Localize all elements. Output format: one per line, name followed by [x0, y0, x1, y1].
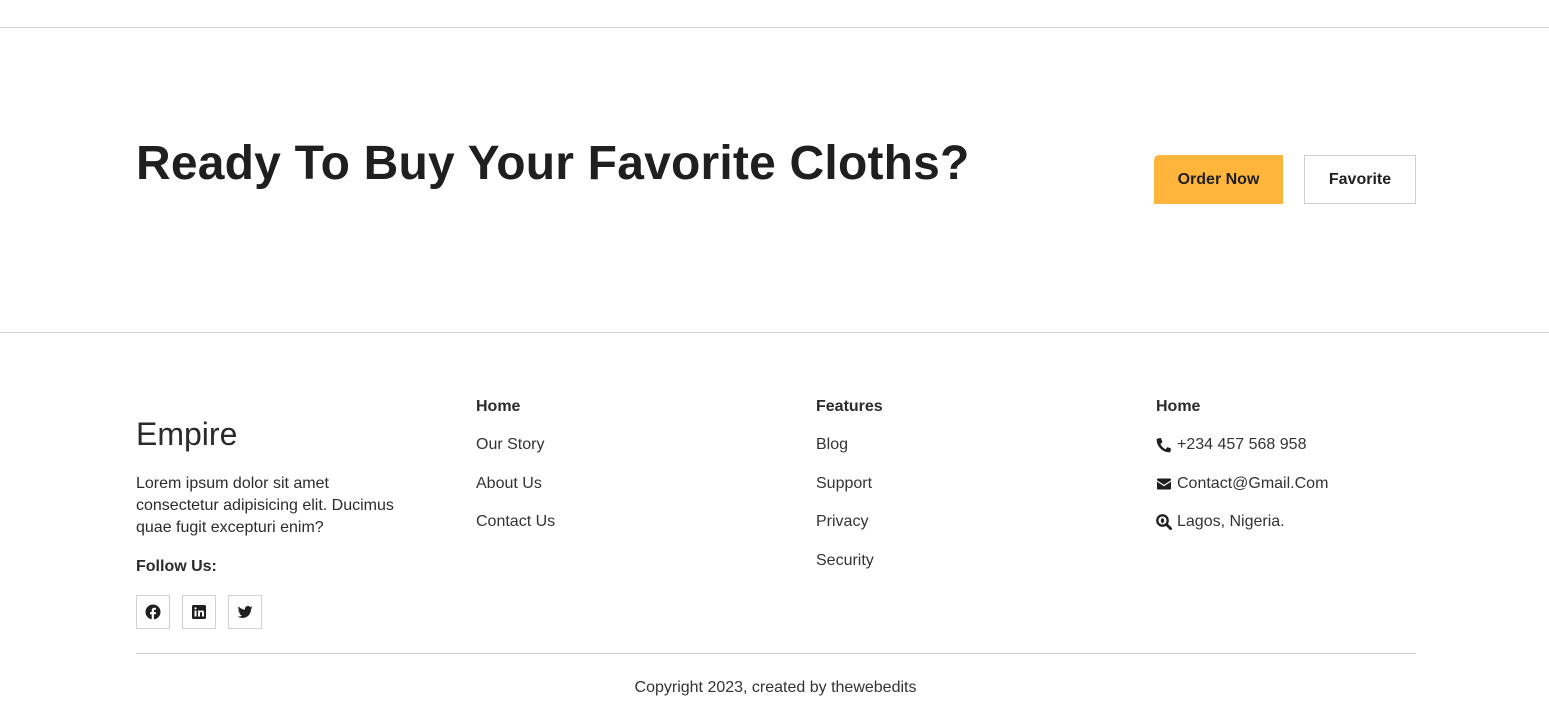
- footer-link-privacy[interactable]: Privacy: [816, 512, 883, 532]
- search-location-icon: [1156, 514, 1172, 530]
- footer-link-about-us[interactable]: About Us: [476, 474, 555, 494]
- favorite-button[interactable]: Favorite: [1304, 155, 1416, 204]
- facebook-icon: [145, 604, 161, 620]
- contact-location-text: Lagos, Nigeria.: [1177, 513, 1285, 530]
- footer-column-contact: Home +234 457 568 958 Contact@Gmail.Com …: [1156, 397, 1328, 551]
- section-divider: [0, 332, 1549, 333]
- footer-description: Lorem ipsum dolor sit amet consectetur a…: [136, 475, 394, 536]
- column-heading: Home: [1156, 398, 1201, 415]
- column-heading: Home: [476, 398, 521, 415]
- contact-email-text: Contact@Gmail.Com: [1177, 474, 1329, 492]
- twitter-link[interactable]: [228, 595, 262, 629]
- envelope-icon: [1157, 478, 1171, 489]
- phone-icon: [1156, 437, 1172, 453]
- footer-divider: [136, 653, 1416, 654]
- footer-link-contact-us[interactable]: Contact Us: [476, 512, 555, 532]
- top-divider: [0, 27, 1549, 28]
- linkedin-icon: [192, 605, 206, 619]
- footer-link-support[interactable]: Support: [816, 474, 883, 494]
- cta-heading: Ready To Buy Your Favorite Cloths?: [136, 137, 970, 190]
- facebook-link[interactable]: [136, 595, 170, 629]
- contact-email[interactable]: Contact@Gmail.Com: [1156, 474, 1328, 494]
- contact-location[interactable]: Lagos, Nigeria.: [1156, 512, 1328, 532]
- footer-link-security[interactable]: Security: [816, 551, 883, 571]
- copyright-text: Copyright 2023, created by thewebedits: [634, 679, 917, 696]
- social-links: [136, 595, 262, 629]
- footer-link-our-story[interactable]: Our Story: [476, 435, 555, 455]
- contact-phone-text: +234 457 568 958: [1177, 436, 1307, 453]
- follow-us-label: Follow Us:: [136, 558, 217, 575]
- linkedin-link[interactable]: [182, 595, 216, 629]
- twitter-icon: [237, 605, 253, 618]
- footer-link-blog[interactable]: Blog: [816, 435, 883, 455]
- footer-column-features: Features Blog Support Privacy Security: [816, 397, 883, 589]
- footer-column-home: Home Our Story About Us Contact Us: [476, 397, 555, 551]
- column-heading: Features: [816, 398, 883, 415]
- order-now-button[interactable]: Order Now: [1154, 155, 1283, 204]
- footer-brand: Empire: [136, 416, 238, 452]
- contact-phone[interactable]: +234 457 568 958: [1156, 435, 1328, 455]
